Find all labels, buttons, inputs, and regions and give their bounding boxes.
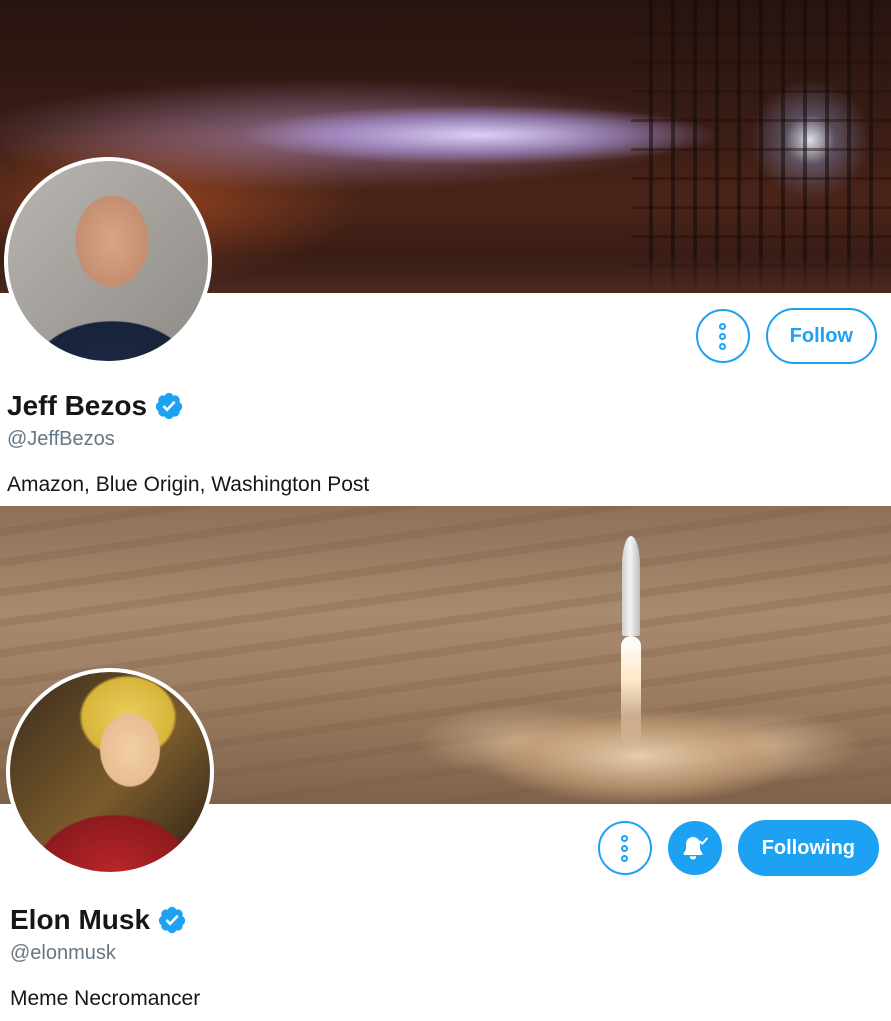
profile-name-row: Elon Musk xyxy=(10,904,187,936)
follow-button[interactable]: Follow xyxy=(765,308,877,364)
avatar[interactable] xyxy=(4,157,212,365)
profile-actions: Follow xyxy=(695,308,877,364)
profile-bio: Amazon, Blue Origin, Washington Post xyxy=(7,473,370,496)
profile-name: Jeff Bezos xyxy=(7,390,148,421)
more-vertical-icon xyxy=(621,834,629,862)
notifications-button[interactable] xyxy=(667,821,722,875)
profile-bio: Meme Necromancer xyxy=(10,987,201,1010)
more-vertical-icon xyxy=(719,322,727,350)
more-options-button[interactable] xyxy=(597,821,652,875)
profile-handle[interactable]: @elonmusk xyxy=(10,942,116,965)
banner-rocket xyxy=(622,536,640,636)
profile-card: Follow Jeff Bezos @JeffBezos Amazon, Blu… xyxy=(0,0,891,506)
profile-actions: Following xyxy=(597,820,879,876)
bell-check-icon xyxy=(683,837,708,860)
verified-badge-icon xyxy=(158,906,186,934)
avatar[interactable] xyxy=(6,668,214,876)
banner-rig-structure xyxy=(631,0,891,293)
following-button[interactable]: Following xyxy=(737,820,879,876)
verified-badge-icon xyxy=(155,392,183,420)
more-options-button[interactable] xyxy=(695,309,750,363)
banner-rocket-flame xyxy=(621,636,641,746)
profile-name: Elon Musk xyxy=(10,904,151,935)
profile-card: Following Elon Musk @elonmusk Meme Necro… xyxy=(0,506,891,1021)
profile-handle[interactable]: @JeffBezos xyxy=(7,428,115,451)
profile-name-row: Jeff Bezos xyxy=(7,390,184,422)
